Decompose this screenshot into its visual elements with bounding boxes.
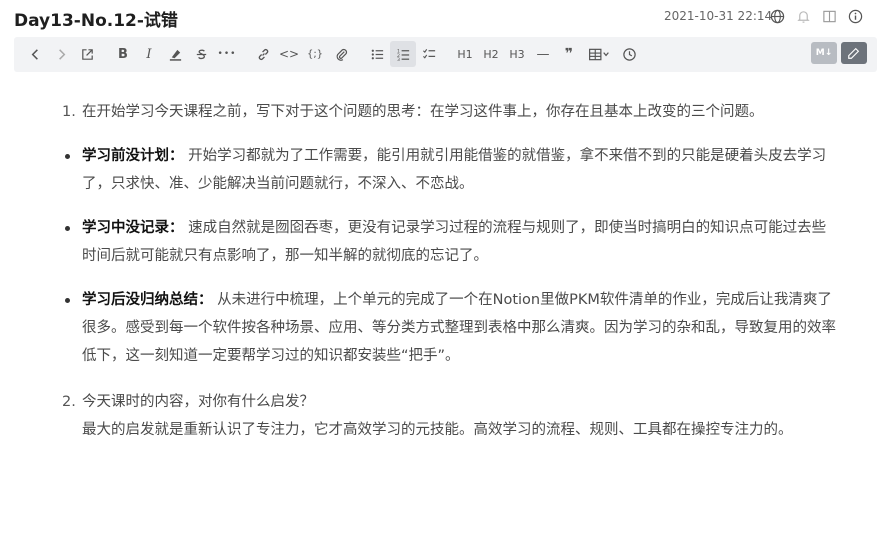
edit-mode-icon[interactable] [841,42,867,64]
code-block-button[interactable]: {;} [302,41,328,67]
timestamp: 2021-10-31 22:14 [664,9,773,23]
document-body[interactable]: 1. 在开始学习今天课程之前，写下对于这个问题的思考：在学习这件事上，你存在且基… [62,98,837,444]
back-icon[interactable] [22,41,48,67]
bullet-label: 学习后没归纳总结： [82,292,213,308]
top-bar: Day13-No.12-试错 2021-10-31 22:14 [0,0,877,38]
table-icon[interactable] [582,41,616,67]
list-item: 2. 今天课时的内容，对你有什么启发？ 最大的启发就是重新认识了专注力，它才高效… [62,388,837,444]
code-button[interactable]: <> [276,41,302,67]
list-item-text: 在开始学习今天课程之前，写下对于这个问题的思考：在学习这件事上，你存在且基本上改… [82,104,764,120]
ordered-list-icon[interactable]: 123 [390,41,416,67]
editor-toolbar: B I ••• <> {;} 123 H1 H2 H3 — ❞ M↓ [14,37,877,72]
bullet-label: 学习前没计划： [82,148,184,164]
bullet-text: 速成自然就是囫囵吞枣，更没有记录学习过程的流程与规则了，即使当时搞明白的知识点可… [82,220,827,264]
bullet-item: 学习后没归纳总结： 从未进行中梳理，上个单元的完成了一个在Notion里做PKM… [62,286,837,370]
h1-button[interactable]: H1 [452,41,478,67]
quote-button[interactable]: ❞ [556,41,582,67]
attachment-icon[interactable] [328,41,354,67]
task-list-icon[interactable] [416,41,442,67]
italic-button[interactable]: I [136,41,162,67]
list-item: 1. 在开始学习今天课程之前，写下对于这个问题的思考：在学习这件事上，你存在且基… [62,98,837,126]
bold-button[interactable]: B [110,41,136,67]
svg-text:3: 3 [396,57,399,62]
bullet-text: 开始学习都就为了工作需要，能引用就引用能借鉴的就借鉴，拿不来借不到的只能是硬着头… [82,148,827,192]
history-icon[interactable] [616,41,642,67]
h2-button[interactable]: H2 [478,41,504,67]
open-external-icon[interactable] [74,41,100,67]
markdown-mode-button[interactable]: M↓ [811,42,837,64]
info-icon[interactable] [846,7,864,25]
bullet-label: 学习中没记录： [82,220,184,236]
list-item-question: 今天课时的内容，对你有什么启发？ [82,394,314,410]
strikethrough-icon[interactable] [188,41,214,67]
split-view-icon[interactable] [820,7,838,25]
list-item-answer: 最大的启发就是重新认识了专注力，它才高效学习的元技能。高效学习的流程、规则、工具… [82,422,793,438]
bell-icon[interactable] [794,7,812,25]
top-icons [768,7,864,25]
link-icon[interactable] [250,41,276,67]
horizontal-rule-button[interactable]: — [530,41,556,67]
bullet-item: 学习前没计划： 开始学习都就为了工作需要，能引用就引用能借鉴的就借鉴，拿不来借不… [62,142,837,198]
h3-button[interactable]: H3 [504,41,530,67]
list-number: 2. [62,394,76,410]
bullet-item: 学习中没记录： 速成自然就是囫囵吞枣，更没有记录学习过程的流程与规则了，即使当时… [62,214,837,270]
forward-icon[interactable] [48,41,74,67]
list-number: 1. [62,104,76,120]
bullet-list-icon[interactable] [364,41,390,67]
globe-icon[interactable] [768,7,786,25]
highlight-icon[interactable] [162,41,188,67]
page-title: Day13-No.12-试错 [14,11,178,31]
more-button[interactable]: ••• [214,41,240,67]
